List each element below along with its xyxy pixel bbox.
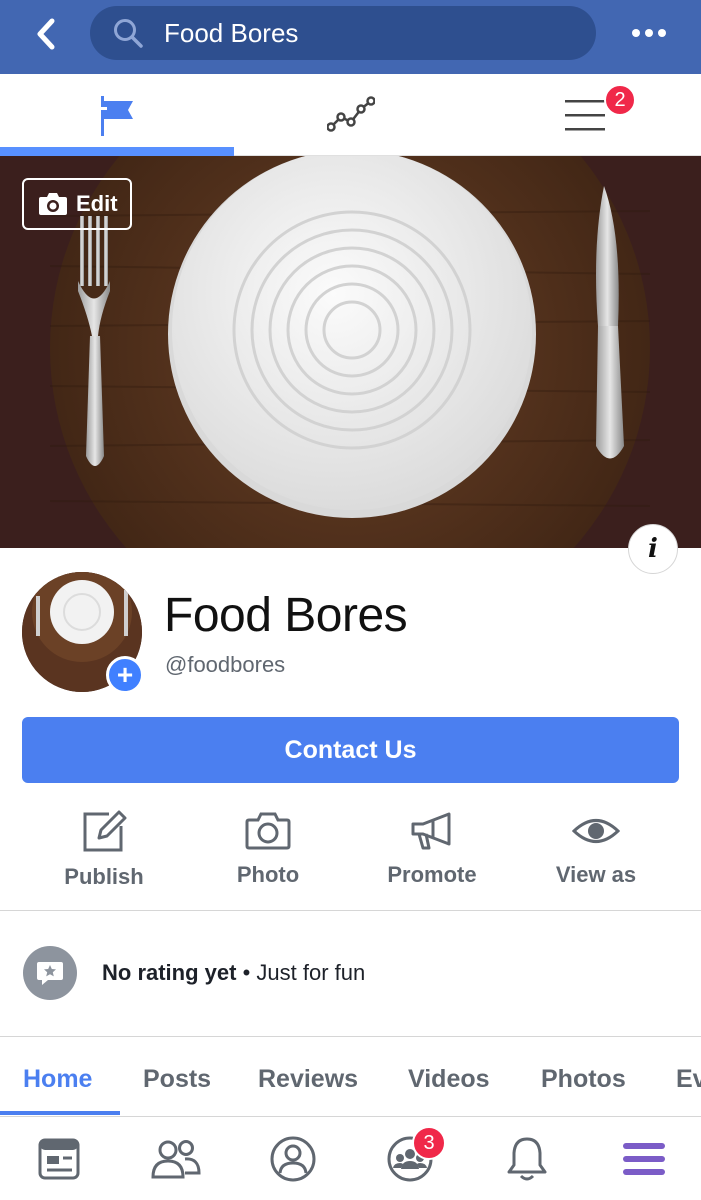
top-bar: Food Bores [0,0,701,74]
bell-icon [507,1137,546,1181]
tab-page[interactable] [0,74,234,157]
nav-friends[interactable] [117,1117,234,1200]
tab-reviews[interactable]: Reviews [258,1065,358,1094]
info-icon: i [648,534,658,564]
search-value: Food Bores [164,17,299,48]
nav-news-feed[interactable] [0,1117,117,1200]
tab-videos[interactable]: Videos [408,1065,490,1094]
rating-separator: • [236,960,257,985]
hamburger-icon [565,100,605,131]
tab-menu[interactable]: 2 [468,74,701,156]
edit-cover-button[interactable]: Edit [22,178,132,230]
megaphone-icon [411,812,451,850]
page-title: Food Bores [164,589,408,642]
rating-status: No rating yet [102,960,237,985]
active-tab-indicator [0,1111,120,1115]
news-feed-icon [38,1138,79,1180]
add-profile-photo-button[interactable]: + [106,656,144,694]
compose-icon [83,810,127,852]
tab-events[interactable]: Ev [676,1065,701,1094]
friends-icon [150,1140,201,1179]
insights-line-icon [327,96,375,132]
edit-cover-label: Edit [76,191,118,216]
view-as-button[interactable]: View as [514,800,678,910]
nav-menu[interactable] [585,1117,701,1200]
page-tab-bar: Home Posts Reviews Videos Photos Ev [0,1036,701,1116]
more-dots-icon [632,29,666,37]
rating-subtext: Just for fun [256,960,366,985]
tab-home[interactable]: Home [23,1065,92,1094]
publish-button[interactable]: Publish [22,800,186,910]
cover-photo[interactable]: Edit [0,156,701,548]
bottom-navigation: 3 [0,1116,701,1200]
page-username: @foodbores [165,652,286,677]
photo-button[interactable]: Photo [186,800,350,910]
promote-button[interactable]: Promote [350,800,514,910]
camera-icon [245,812,291,850]
action-row: Publish Photo Promote View as [0,800,701,910]
nav-profile[interactable] [234,1117,351,1200]
nav-notifications[interactable] [468,1117,585,1200]
search-icon [114,19,143,48]
tab-photos[interactable]: Photos [541,1065,626,1094]
plus-icon: + [116,659,134,690]
profile-icon [270,1136,315,1182]
more-options-button[interactable] [627,18,671,48]
camera-icon [39,193,67,215]
nav-groups[interactable] [351,1117,468,1200]
rating-summary[interactable]: No rating yet • Just for fun [102,960,365,986]
star-speech-bubble-icon [23,946,77,1000]
info-button[interactable]: i [628,524,678,574]
flag-icon [97,96,133,136]
groups-notification-badge: 3 [412,1126,446,1160]
notification-badge: 2 [604,84,636,116]
menu-icon [622,1143,665,1175]
promote-label: Promote [387,862,477,887]
publish-label: Publish [64,864,144,889]
tab-insights[interactable] [234,74,468,156]
chevron-left-icon [37,18,55,50]
contact-us-button[interactable]: Contact Us [22,717,679,783]
admin-tab-bar: 2 [0,74,701,157]
divider [0,910,701,911]
photo-label: Photo [236,862,300,887]
tab-posts[interactable]: Posts [143,1065,211,1094]
search-input[interactable]: Food Bores [90,6,596,60]
back-button[interactable] [26,12,66,56]
eye-icon [572,819,620,843]
view-as-label: View as [555,862,637,887]
